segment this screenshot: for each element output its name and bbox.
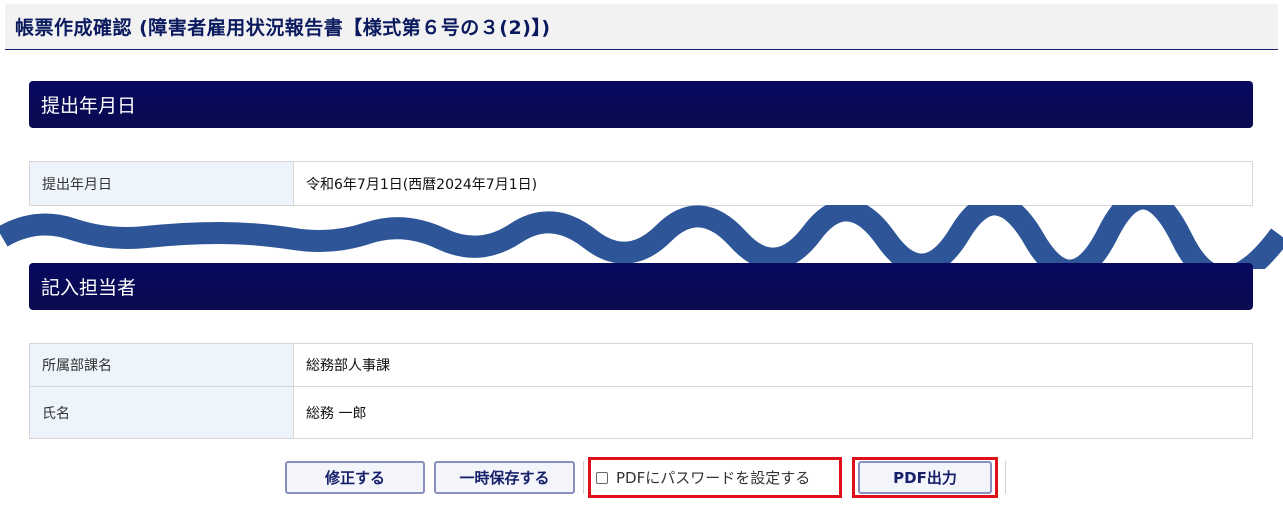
wave-divider-icon <box>0 205 1283 269</box>
department-value: 総務部人事課 <box>293 343 1253 387</box>
section-title-submission: 提出年月日 <box>41 95 137 117</box>
submission-date-value: 令和6年7月1日(西暦2024年7月1日) <box>293 161 1253 206</box>
section-header-contact: 記入担当者 <box>29 263 1253 310</box>
pdf-password-option[interactable]: PDFにパスワードを設定する <box>592 461 838 494</box>
table-row: 氏名 総務 一郎 <box>29 386 1253 439</box>
table-row: 提出年月日 令和6年7月1日(西暦2024年7月1日) <box>29 161 1253 206</box>
divider <box>1005 461 1006 494</box>
save-temporarily-button[interactable]: 一時保存する <box>434 461 575 494</box>
page-header: 帳票作成確認 (障害者雇用状況報告書【様式第６号の３(2)】) <box>5 4 1278 50</box>
modify-button[interactable]: 修正する <box>285 461 425 494</box>
pdf-output-button[interactable]: PDF出力 <box>858 461 992 494</box>
section-title-contact: 記入担当者 <box>41 277 137 299</box>
page-title: 帳票作成確認 (障害者雇用状況報告書【様式第６号の３(2)】) <box>15 17 551 39</box>
submission-table: 提出年月日 令和6年7月1日(西暦2024年7月1日) <box>29 161 1253 206</box>
department-label: 所属部課名 <box>29 343 294 387</box>
table-row: 所属部課名 総務部人事課 <box>29 343 1253 387</box>
section-header-submission: 提出年月日 <box>29 81 1253 128</box>
action-bar: 修正する 一時保存する PDFにパスワードを設定する PDF出力 <box>0 456 1283 500</box>
pdf-password-label: PDFにパスワードを設定する <box>616 469 811 487</box>
name-value: 総務 一郎 <box>293 386 1253 439</box>
pdf-password-checkbox[interactable] <box>596 471 608 484</box>
divider <box>583 461 584 494</box>
name-label: 氏名 <box>29 386 294 439</box>
submission-date-label: 提出年月日 <box>29 161 294 206</box>
contact-table: 所属部課名 総務部人事課 氏名 総務 一郎 <box>29 343 1253 439</box>
